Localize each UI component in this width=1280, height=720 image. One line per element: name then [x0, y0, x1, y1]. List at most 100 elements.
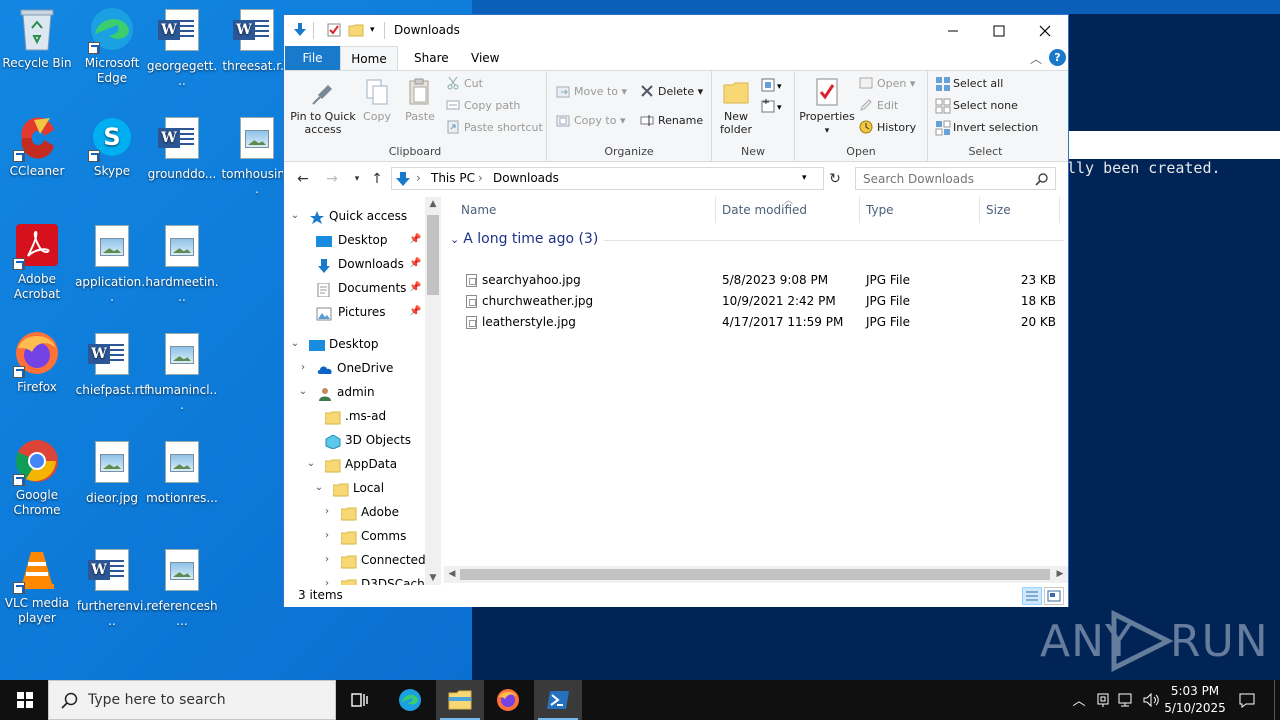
scroll-right-arrow-icon[interactable]: ▶ [1052, 566, 1068, 583]
taskbar-search-box[interactable]: Type here to search [48, 680, 336, 720]
maximize-button[interactable] [976, 15, 1022, 46]
tree-item[interactable]: ⌄ Desktop [284, 332, 425, 356]
chevron-down-icon[interactable]: ⌄ [297, 380, 309, 404]
desktop-icon-recyclebin[interactable]: Recycle Bin [0, 6, 74, 71]
desktop-icon-image[interactable]: referencesh... [145, 546, 219, 629]
chevron-down-icon[interactable]: ⌄ [450, 233, 459, 246]
desktop-icon-image[interactable]: hardmeetin... [145, 222, 219, 305]
history-button[interactable]: History [859, 118, 916, 138]
desktop-icon-image[interactable]: motionres... [145, 438, 219, 506]
scroll-down-arrow-icon[interactable]: ▼ [425, 573, 441, 583]
desktop-icon-acrobat[interactable]: Adobe Acrobat [0, 222, 74, 302]
pin-to-quick-access-button[interactable]: Pin to Quick access [288, 77, 358, 136]
forward-button[interactable]: → [322, 169, 342, 189]
chevron-down-icon[interactable]: ⌄ [289, 332, 301, 356]
up-button[interactable]: ↑ [367, 169, 387, 189]
column-header-name[interactable]: Name [444, 197, 716, 223]
details-view-button[interactable] [1022, 587, 1042, 605]
help-icon[interactable]: ? [1049, 49, 1066, 66]
desktop-icon-image[interactable]: application... [75, 222, 149, 305]
paste-shortcut-button[interactable]: Paste shortcut [446, 118, 543, 138]
volume-icon[interactable] [1140, 680, 1162, 720]
copy-to-button[interactable]: Copy to ▾ [556, 111, 625, 131]
tab-view[interactable]: View [457, 46, 513, 71]
recent-locations-chevron-icon[interactable]: ▾ [347, 169, 367, 189]
address-history-chevron-icon[interactable]: ▾ [802, 173, 807, 183]
new-item-button[interactable]: ▾ [760, 77, 786, 98]
column-header-size[interactable]: Size [980, 197, 1060, 223]
nav-item-pictures[interactable]: Pictures 📌 [284, 300, 425, 324]
chevron-right-icon[interactable]: › [321, 524, 333, 548]
file-row[interactable]: churchweather.jpg 10/9/2021 2:42 PM JPG Fi… [464, 291, 1064, 312]
close-button[interactable] [1022, 15, 1068, 46]
desktop-icon-word[interactable]: Wfurtherenvi... [75, 546, 149, 629]
task-view-button[interactable] [336, 680, 384, 720]
tree-item[interactable]: › Comms [284, 524, 425, 548]
column-header-type[interactable]: Type [860, 197, 980, 223]
desktop-icon-edge[interactable]: Microsoft Edge [75, 6, 149, 86]
quick-access-down-arrow-icon[interactable] [292, 22, 308, 38]
select-all-button[interactable]: Select all [935, 74, 1003, 94]
tree-item[interactable]: ⌄ admin [284, 380, 425, 404]
file-explorer-window[interactable]: ▾ Downloads File Home Share View ︿ ? Pin… [283, 14, 1069, 607]
address-bar[interactable]: › This PC › Downloads ▾ [391, 167, 824, 190]
horizontal-scrollbar[interactable]: ◀ ▶ [444, 566, 1068, 583]
chevron-down-icon[interactable]: ⌄ [289, 204, 301, 228]
tree-item[interactable]: › D3DSCache [284, 572, 425, 585]
tab-file[interactable]: File [285, 46, 340, 71]
minimize-button[interactable] [930, 15, 976, 46]
paste-button[interactable]: Paste [402, 77, 438, 123]
desktop-icon-vlc[interactable]: VLC media player [0, 546, 74, 626]
search-input[interactable] [863, 169, 1033, 189]
breadcrumb-this-pc[interactable]: This PC [431, 171, 475, 185]
network-icon[interactable] [1116, 680, 1138, 720]
desktop-icon-chrome[interactable]: Google Chrome [0, 438, 74, 518]
search-icon[interactable] [1035, 172, 1049, 186]
show-desktop-button[interactable] [1274, 680, 1275, 720]
group-header[interactable]: ⌄ A long time ago (3) [450, 231, 598, 247]
title-bar[interactable]: ▾ Downloads [284, 15, 1068, 46]
new-folder-button[interactable]: New folder [716, 77, 756, 136]
back-button[interactable]: ← [293, 169, 313, 189]
collapse-ribbon-chevron-icon[interactable]: ︿ [1030, 50, 1042, 67]
desktop-icon-word[interactable]: Wchiefpast.rtf [75, 330, 149, 398]
file-row[interactable]: leatherstyle.jpg 4/17/2017 11:59 PM JPG Fi… [464, 312, 1064, 333]
chevron-down-icon[interactable]: ⌄ [305, 452, 317, 476]
h-scroll-thumb[interactable] [460, 569, 1050, 580]
taskbar-powershell-button[interactable] [534, 680, 582, 720]
scroll-up-arrow-icon[interactable]: ▲ [425, 199, 441, 209]
tab-home[interactable]: Home [340, 46, 398, 71]
notifications-button[interactable] [1236, 680, 1258, 720]
tree-item[interactable]: › OneDrive [284, 356, 425, 380]
taskbar-edge-button[interactable] [386, 680, 434, 720]
desktop-icon-firefox[interactable]: Firefox [0, 330, 74, 395]
copy-path-button[interactable]: Copy path [446, 96, 520, 116]
properties-quick-icon[interactable] [326, 22, 342, 38]
copy-button[interactable]: Copy [360, 77, 394, 123]
tree-item[interactable]: 3D Objects [284, 428, 425, 452]
new-folder-quick-icon[interactable] [348, 22, 364, 38]
scroll-thumb[interactable] [427, 215, 439, 295]
tree-item[interactable]: ⌄ AppData [284, 452, 425, 476]
large-icons-view-button[interactable] [1044, 587, 1064, 605]
search-box[interactable] [855, 167, 1056, 190]
tree-item[interactable]: › Adobe [284, 500, 425, 524]
rename-button[interactable]: Rename [640, 111, 703, 131]
move-to-button[interactable]: Move to ▾ [556, 82, 627, 102]
tree-item[interactable]: ›ConnectedD [284, 548, 425, 572]
chevron-right-icon[interactable]: › [297, 356, 309, 380]
tab-share[interactable]: Share [400, 46, 463, 71]
tree-item[interactable]: ⌄ Local [284, 476, 425, 500]
desktop-icon-image[interactable]: humanincl... [145, 330, 219, 413]
breadcrumb-downloads[interactable]: Downloads [493, 171, 559, 185]
system-clock[interactable]: 5:03 PM 5/10/2025 [1160, 683, 1230, 717]
nav-item-desktop[interactable]: Desktop 📌 [284, 228, 425, 252]
edit-button[interactable]: Edit [859, 96, 898, 116]
delete-button[interactable]: Delete ▾ [640, 82, 703, 102]
chevron-right-icon[interactable]: › [321, 572, 333, 585]
chevron-right-icon[interactable]: › [321, 500, 333, 524]
desktop-icon-ccleaner[interactable]: CCleaner [0, 114, 74, 179]
easy-access-button[interactable]: ▾ [760, 98, 786, 119]
desktop-icon-word[interactable]: Wgrounddo... [145, 114, 219, 182]
taskbar-firefox-button[interactable] [484, 680, 532, 720]
